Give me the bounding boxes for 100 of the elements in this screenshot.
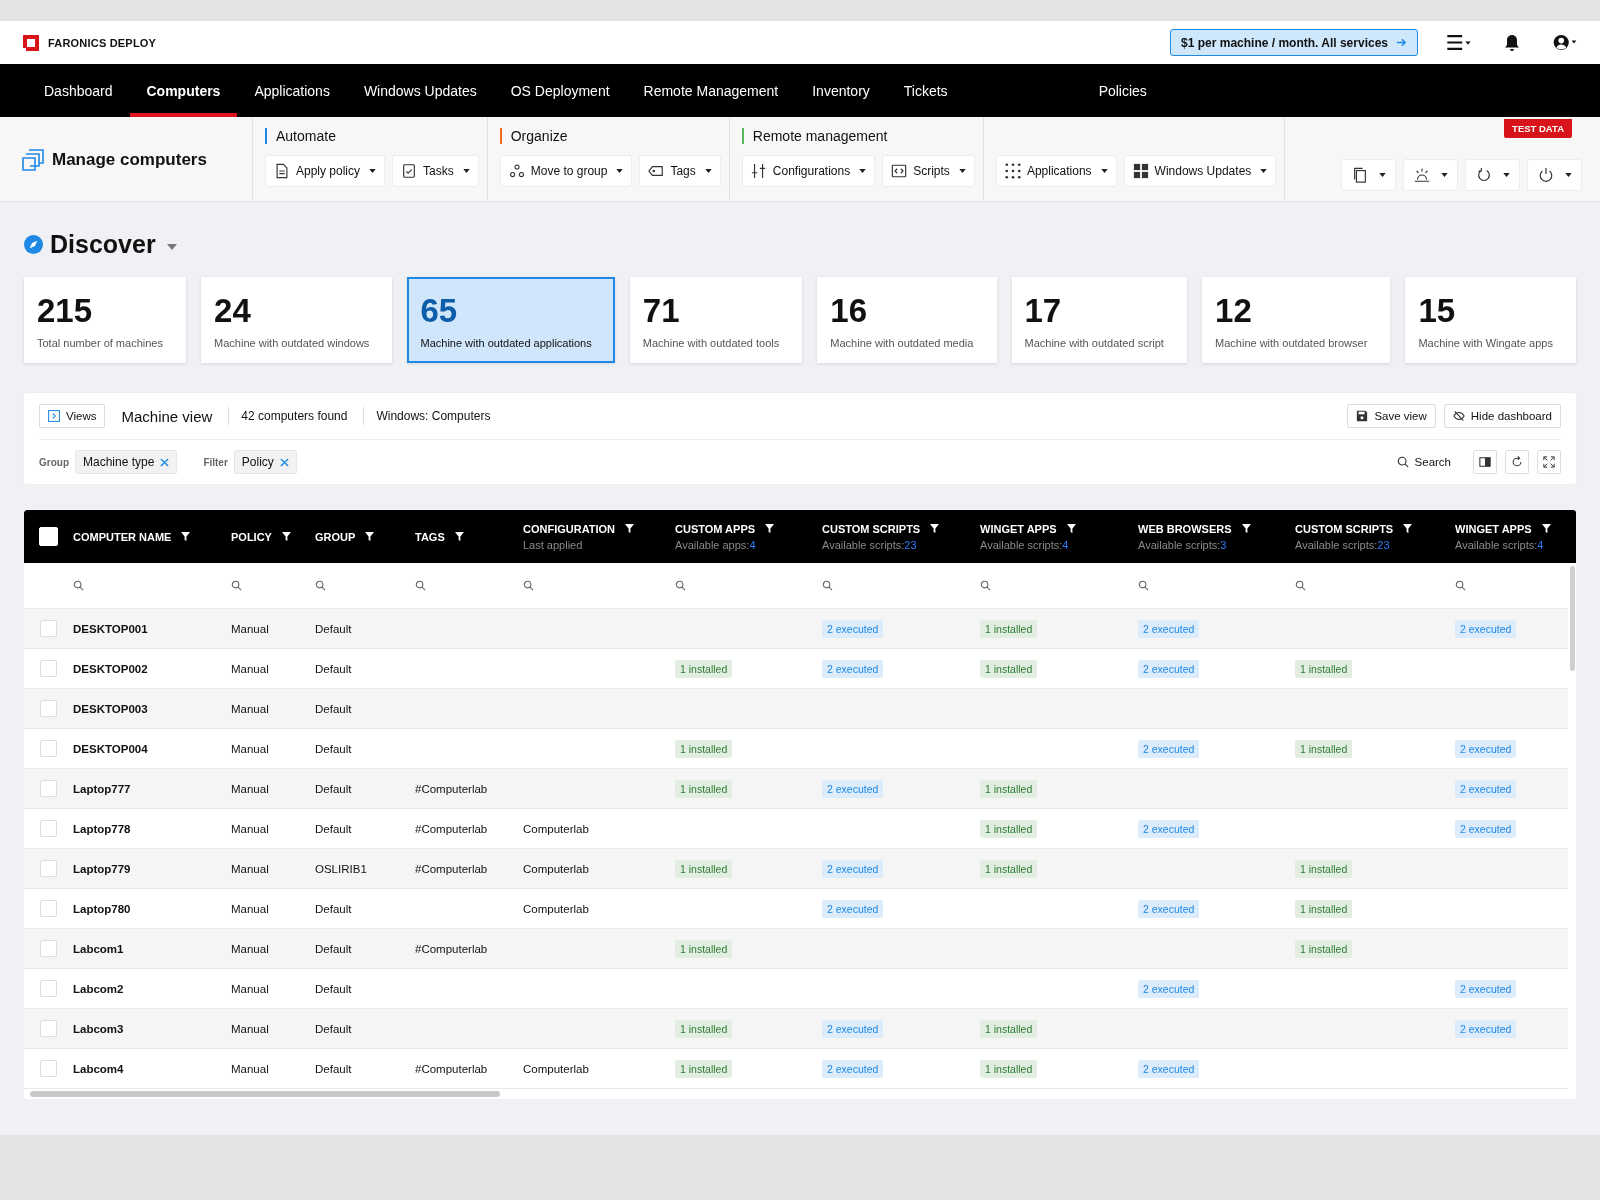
copy-menu-button[interactable] [1341,159,1396,191]
discover-title[interactable]: Discover [50,230,156,259]
table-row[interactable]: DESKTOP003 Manual Default [24,689,1568,729]
select-all-checkbox[interactable] [39,527,58,546]
restart-menu-button[interactable] [1465,159,1520,191]
toolbar-button[interactable]: Configurations [741,155,876,187]
account-icon[interactable] [1552,34,1578,51]
nav-tab[interactable]: Inventory [795,64,887,117]
installed-tag[interactable]: 1 installed [1295,939,1353,958]
menu-icon[interactable] [1446,34,1472,51]
row-checkbox[interactable] [40,780,57,797]
installed-tag[interactable]: 1 installed [980,779,1038,798]
search-button[interactable]: Search [1390,455,1457,469]
installed-tag[interactable]: 1 installed [980,619,1038,638]
vertical-scrollbar[interactable] [1570,566,1575,671]
column-header[interactable]: POLICY [231,530,272,543]
refresh-button[interactable] [1505,450,1529,474]
table-row[interactable]: Laptop779 Manual OSLIRIB1 #Computerlab Computerlab 1 installed 2 executed 1 installed 1 installed [24,849,1568,889]
stat-card[interactable]: 71 Machine with outdated tools [629,277,803,363]
column-header[interactable]: TAGS [415,530,445,543]
nav-tab[interactable]: Policies [1081,64,1164,117]
toolbar-button[interactable]: Applications [995,155,1117,187]
save-view-button[interactable]: Save view [1347,404,1436,428]
filter-icon[interactable] [765,524,775,533]
toolbar-button[interactable]: Move to group [499,155,633,187]
table-row[interactable]: Labcom4 Manual Default #Computerlab Computerlab 1 installed 2 executed 1 installed 2 executed [24,1049,1568,1089]
filter-icon[interactable] [1241,524,1251,533]
installed-tag[interactable]: 1 installed [675,859,733,878]
installed-tag[interactable]: 1 installed [1295,859,1353,878]
filter-icon[interactable] [365,532,375,541]
column-header[interactable]: CUSTOM APPS [675,522,756,535]
power-menu-button[interactable] [1527,159,1582,191]
row-checkbox[interactable] [40,900,57,917]
nav-tab[interactable]: Dashboard [27,64,130,117]
group-chip[interactable]: Machine type [75,450,178,474]
row-checkbox[interactable] [40,940,57,957]
stat-card[interactable]: 16 Machine with outdated media [817,277,997,363]
row-checkbox[interactable] [40,1020,57,1037]
row-checkbox[interactable] [40,740,57,757]
row-checkbox[interactable] [40,1060,57,1077]
filter-icon[interactable] [281,532,291,541]
column-header[interactable]: CUSTOM SCRIPTS [822,522,921,535]
alarm-menu-button[interactable] [1403,159,1458,191]
installed-tag[interactable]: 1 installed [675,1019,733,1038]
column-header[interactable]: WINGET APPS [980,522,1057,535]
search-icon[interactable] [73,580,84,591]
row-checkbox[interactable] [40,660,57,677]
columns-button[interactable] [1473,450,1497,474]
row-checkbox[interactable] [40,620,57,637]
installed-tag[interactable]: 1 installed [980,1019,1038,1038]
nav-tab[interactable]: Remote Management [626,64,796,117]
bell-icon[interactable] [1504,33,1520,52]
table-row[interactable]: Labcom1 Manual Default #Computerlab 1 installed 1 installed [24,929,1568,969]
toolbar-button[interactable]: Windows Updates [1123,155,1277,187]
stat-card[interactable]: 15 Machine with Wingate apps [1405,277,1577,363]
caret-icon[interactable] [166,243,177,250]
filter-icon[interactable] [930,524,940,533]
views-button[interactable]: Views [39,404,106,428]
installed-tag[interactable]: 1 installed [675,1059,733,1078]
installed-tag[interactable]: 1 installed [980,1059,1038,1078]
filter-icon[interactable] [1541,524,1551,533]
toolbar-button[interactable]: Apply policy [265,155,386,187]
column-header[interactable]: COMPUTER NAME [73,530,172,543]
search-icon[interactable] [980,580,991,591]
remove-icon[interactable] [279,457,289,467]
nav-tab[interactable]: Applications [237,64,347,117]
row-checkbox[interactable] [40,820,57,837]
installed-tag[interactable]: 1 installed [1295,739,1353,758]
stat-card[interactable]: 24 Machine with outdated windows [201,277,393,363]
search-icon[interactable] [523,580,534,591]
stat-card[interactable]: 12 Machine with outdated browser [1202,277,1391,363]
installed-tag[interactable]: 1 installed [1295,659,1353,678]
search-icon[interactable] [675,580,686,591]
table-row[interactable]: DESKTOP001 Manual Default 2 executed 1 installed 2 executed 2 executed [24,609,1568,649]
promo-button[interactable]: $1 per machine / month. All services [1170,29,1418,56]
row-checkbox[interactable] [40,980,57,997]
column-header[interactable]: WEB BROWSERS [1138,522,1232,535]
installed-tag[interactable]: 1 installed [980,859,1038,878]
filter-icon[interactable] [1403,524,1413,533]
stat-card[interactable]: 65 Machine with outdated applications [407,277,615,363]
stat-card[interactable]: 17 Machine with outdated script [1011,277,1188,363]
search-icon[interactable] [822,580,833,591]
column-header[interactable]: CUSTOM SCRIPTS [1295,522,1394,535]
toolbar-button[interactable]: Scripts [882,155,975,187]
filter-icon[interactable] [625,524,635,533]
column-header[interactable]: CONFIGURATION [523,522,616,535]
filter-icon[interactable] [454,532,464,541]
nav-tab[interactable]: OS Deployment [493,64,627,117]
hide-dashboard-button[interactable]: Hide dashboard [1443,404,1561,428]
nav-tab[interactable]: Windows Updates [346,64,494,117]
search-icon[interactable] [1455,580,1466,591]
installed-tag[interactable]: 1 installed [1295,899,1353,918]
nav-tab[interactable]: Tickets [886,64,965,117]
table-row[interactable]: Labcom3 Manual Default 1 installed 2 executed 1 installed 2 executed [24,1009,1568,1049]
column-header[interactable]: WINGET APPS [1455,522,1532,535]
installed-tag[interactable]: 1 installed [675,939,733,958]
installed-tag[interactable]: 1 installed [980,659,1038,678]
search-icon[interactable] [315,580,326,591]
filter-icon[interactable] [1066,524,1076,533]
stat-card[interactable]: 215 Total number of machines [24,277,187,363]
